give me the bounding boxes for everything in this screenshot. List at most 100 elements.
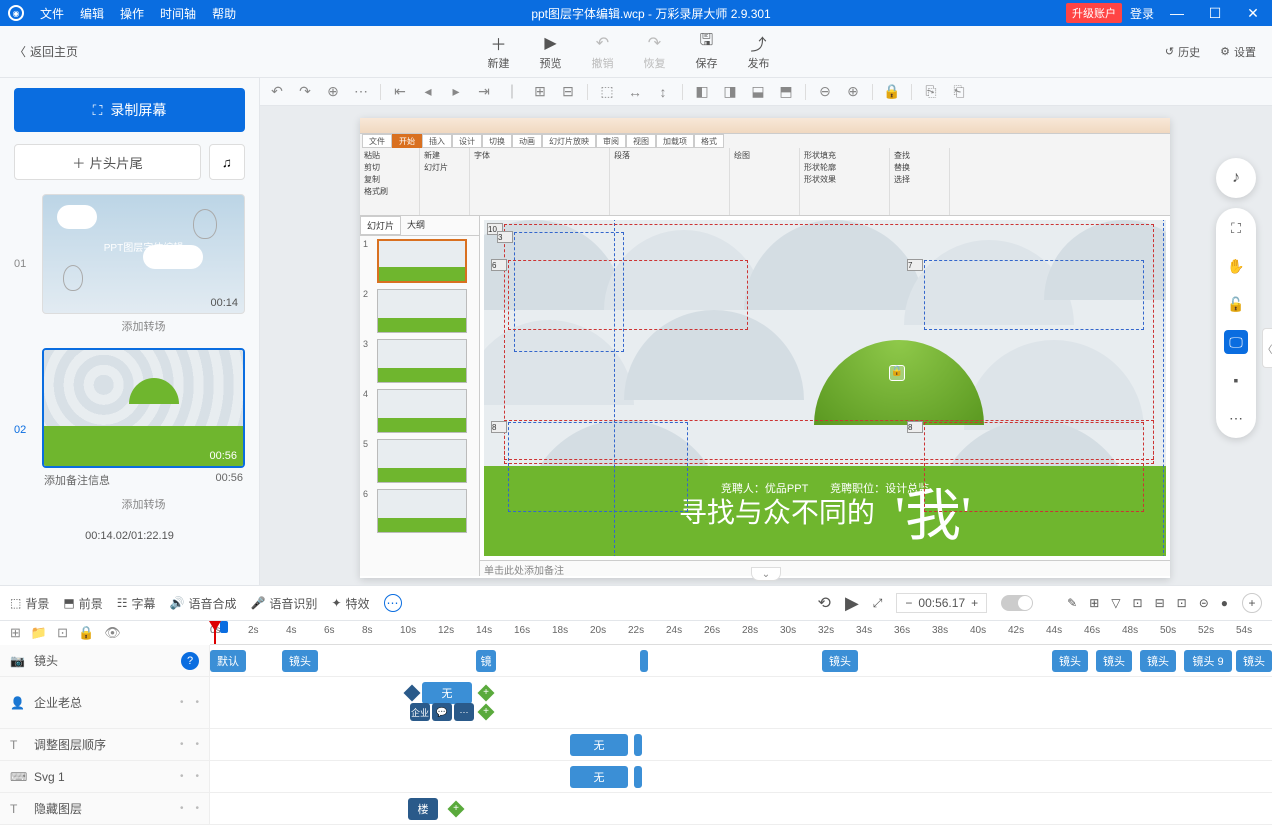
ppt-tab[interactable]: 视图 — [626, 134, 656, 148]
bottom-right-icon[interactable]: ⊡ — [1177, 596, 1187, 610]
toolbar-保存-button[interactable]: 🖫保存 — [695, 33, 717, 71]
ppt-slide-canvas[interactable]: 🔒 竞聘人：优品PPT 竞聘职位：设计总监 寻找与众不同的 '我' 10 3 6 — [480, 216, 1170, 576]
mini-button[interactable]: 💬 — [432, 703, 452, 721]
canvas-tool-icon[interactable]: ⊕ — [844, 83, 862, 100]
collapse-canvas-button[interactable]: ⌄ — [751, 567, 781, 581]
bottom-背景-button[interactable]: ⬚背景 — [10, 595, 49, 612]
canvas-tool-icon[interactable]: ↕ — [654, 84, 672, 100]
clip-thumbnail-2[interactable]: 00:56 — [42, 348, 245, 468]
canvas-tool-icon[interactable]: ⋯ — [352, 83, 370, 100]
menu-file[interactable]: 文件 — [40, 5, 64, 22]
canvas-tool-icon[interactable]: ⎘ — [922, 83, 940, 100]
menu-help[interactable]: 帮助 — [212, 5, 236, 22]
ppt-tab[interactable]: 加载项 — [656, 134, 694, 148]
camera-segment[interactable]: 镜头 — [282, 650, 318, 672]
head-tail-button[interactable]: ＋ 片头片尾 — [14, 144, 201, 180]
track-body[interactable]: 无 — [210, 729, 1272, 760]
menu-action[interactable]: 操作 — [120, 5, 144, 22]
float-tool-3[interactable]: 🖵 — [1224, 330, 1248, 354]
rewind-button[interactable]: ⟲ — [818, 593, 831, 613]
canvas-tool-icon[interactable]: ｜ — [503, 82, 521, 102]
ppt-slide-thumb[interactable]: 1 — [360, 236, 479, 286]
ppt-tab[interactable]: 设计 — [452, 134, 482, 148]
menu-edit[interactable]: 编辑 — [80, 5, 104, 22]
canvas-tool-icon[interactable]: ⇤ — [391, 83, 409, 100]
bottom-right-icon[interactable]: ▽ — [1111, 596, 1120, 610]
camera-segment[interactable]: 镜头 — [822, 650, 858, 672]
settings-button[interactable]: ⚙设置 — [1220, 44, 1256, 60]
toolbar-新建-button[interactable]: ＋新建 — [487, 33, 509, 71]
float-tool-1[interactable]: ✋ — [1224, 254, 1248, 278]
mini-button[interactable]: ⋯ — [454, 703, 474, 721]
canvas-tool-icon[interactable]: ↶ — [268, 83, 286, 100]
float-tool-5[interactable]: ⋯ — [1224, 406, 1248, 430]
fullscreen-button[interactable]: ⤢ — [873, 596, 883, 611]
menu-timeline[interactable]: 时间轴 — [160, 5, 196, 22]
close-button[interactable]: ✕ — [1238, 0, 1268, 26]
timeline-head-icon[interactable]: ⊞ — [10, 625, 21, 641]
track-body[interactable]: 楼 — [210, 793, 1272, 824]
camera-segment[interactable] — [640, 650, 648, 672]
track-body[interactable]: 无企业💬⋯ — [210, 677, 1272, 728]
back-home-button[interactable]: 〈 返回主页 — [0, 43, 92, 60]
segment[interactable]: 无 — [570, 766, 628, 788]
canvas-tool-icon[interactable]: ▸ — [447, 83, 465, 100]
toggle-switch[interactable] — [1001, 595, 1033, 611]
canvas-tool-icon[interactable]: ◂ — [419, 83, 437, 100]
time-minus[interactable]: − — [905, 596, 912, 610]
add-button[interactable]: + — [1242, 593, 1262, 613]
camera-segment[interactable]: 镜头 — [1140, 650, 1176, 672]
float-tool-2[interactable]: 🔓 — [1224, 292, 1248, 316]
canvas-tool-icon[interactable]: ⬚ — [598, 83, 616, 100]
music-button[interactable]: ♫ — [209, 144, 245, 180]
bottom-语音识别-button[interactable]: 🎤语音识别 — [250, 595, 317, 612]
music-float-button[interactable]: ♪ — [1216, 158, 1256, 198]
bottom-right-icon[interactable]: ✎ — [1067, 596, 1077, 610]
track-body[interactable]: 默认镜头镜镜头镜头镜头镜头镜头 9镜头 — [210, 645, 1272, 676]
segment[interactable]: 无 — [422, 682, 472, 704]
canvas-tool-icon[interactable]: ◨ — [721, 83, 739, 100]
canvas-tool-icon[interactable]: ⬓ — [749, 83, 767, 100]
more-button[interactable]: ⋯ — [384, 594, 402, 612]
bottom-right-icon[interactable]: ⊡ — [1133, 596, 1143, 610]
play-button[interactable]: ▶ — [845, 593, 859, 614]
segment[interactable]: 无 — [570, 734, 628, 756]
ppt-tab[interactable]: 文件 — [362, 134, 392, 148]
track-body[interactable]: 无 — [210, 761, 1272, 792]
ppt-notes[interactable]: 单击此处添加备注 — [480, 560, 1170, 576]
canvas-tool-icon[interactable]: ⇥ — [475, 83, 493, 100]
ppt-tab[interactable]: 动画 — [512, 134, 542, 148]
camera-segment[interactable]: 镜头 9 — [1184, 650, 1232, 672]
camera-segment[interactable]: 镜 — [476, 650, 496, 672]
ppt-tab[interactable]: 审阅 — [596, 134, 626, 148]
ppt-tab[interactable]: 幻灯片放映 — [542, 134, 596, 148]
ppt-tab[interactable]: 开始 — [392, 134, 422, 148]
timeline-head-icon[interactable]: 🔒 — [78, 625, 94, 641]
float-tool-4[interactable]: ▪ — [1224, 368, 1248, 392]
ppt-tab[interactable]: 格式 — [694, 134, 724, 148]
mini-button[interactable]: 企业 — [410, 703, 430, 721]
ppt-slide-thumb[interactable]: 4 — [360, 386, 479, 436]
login-button[interactable]: 登录 — [1130, 5, 1154, 22]
minimize-button[interactable]: — — [1162, 0, 1192, 26]
ppt-slide-thumb[interactable]: 5 — [360, 436, 479, 486]
canvas-tool-icon[interactable]: ⊖ — [816, 83, 834, 100]
bottom-right-icon[interactable]: ⊞ — [1089, 596, 1099, 610]
camera-segment[interactable]: 镜头 — [1052, 650, 1088, 672]
upgrade-button[interactable]: 升级账户 — [1066, 3, 1122, 23]
history-button[interactable]: ↺历史 — [1165, 44, 1200, 60]
ppt-slide-thumb[interactable]: 6 — [360, 486, 479, 536]
ppt-slide-thumb[interactable]: 3 — [360, 336, 479, 386]
bottom-right-icon[interactable]: ⊟ — [1155, 596, 1165, 610]
segment[interactable]: 楼 — [408, 798, 438, 820]
bottom-right-icon[interactable]: ⊝ — [1199, 596, 1209, 610]
collapse-right-button[interactable]: 〈 — [1262, 328, 1272, 368]
timeline-head-icon[interactable]: 📁 — [31, 625, 47, 641]
ppt-tab[interactable]: 切换 — [482, 134, 512, 148]
bottom-前景-button[interactable]: ⬒前景 — [63, 595, 102, 612]
record-screen-button[interactable]: ⛶ 录制屏幕 — [14, 88, 245, 132]
ppt-tab[interactable]: 插入 — [422, 134, 452, 148]
timeline-head-icon[interactable]: 👁 — [104, 625, 121, 641]
canvas-tool-icon[interactable]: ⊞ — [531, 83, 549, 100]
canvas-tool-icon[interactable]: 🔒 — [883, 83, 901, 100]
